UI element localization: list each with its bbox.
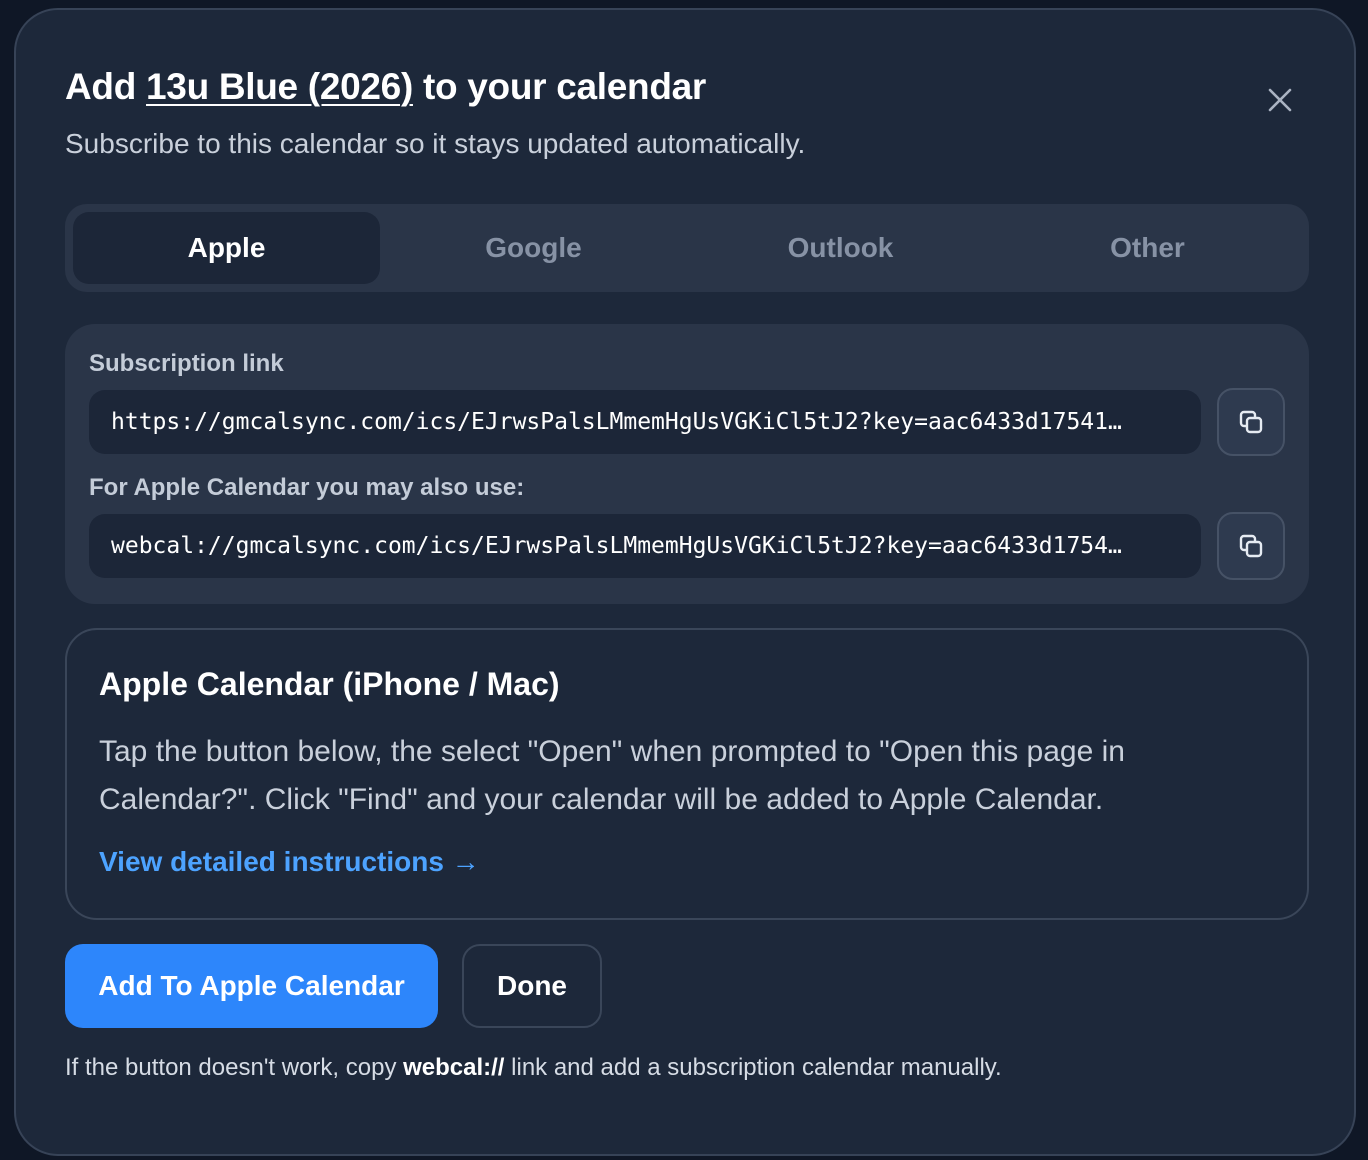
- calendar-name-link[interactable]: 13u Blue (2026): [146, 66, 413, 107]
- apple-webcal-label: For Apple Calendar you may also use:: [89, 474, 525, 501]
- close-icon: [1268, 88, 1292, 112]
- calendar-provider-tabs: Apple Google Outlook Other: [65, 204, 1309, 292]
- subscription-links-panel: Subscription link https://gmcalsync.com/…: [65, 324, 1309, 604]
- instructions-body: Tap the button below, the select "Open" …: [99, 735, 1125, 816]
- dialog-subtitle: Subscribe to this calendar so it stays u…: [65, 128, 806, 159]
- copy-icon: [1239, 410, 1263, 434]
- add-calendar-dialog: Add 13u Blue (2026) to your calendar Sub…: [14, 8, 1356, 1156]
- webcal-url-field[interactable]: webcal://gmcalsync.com/ics/EJrwsPalsLMme…: [89, 514, 1201, 578]
- dialog-title: Add 13u Blue (2026) to your calendar: [65, 66, 706, 108]
- fallback-note-webcal: webcal://: [403, 1054, 505, 1081]
- tab-apple[interactable]: Apple: [73, 212, 380, 284]
- instructions-title: Apple Calendar (iPhone / Mac): [99, 666, 560, 702]
- done-button[interactable]: Done: [462, 944, 602, 1028]
- title-prefix: Add: [65, 66, 147, 107]
- webcal-url-text: webcal://gmcalsync.com/ics/EJrwsPalsLMme…: [111, 533, 1122, 559]
- close-button[interactable]: [1256, 80, 1304, 120]
- add-to-apple-calendar-button[interactable]: Add To Apple Calendar: [65, 944, 438, 1028]
- copy-webcal-button[interactable]: [1217, 512, 1285, 580]
- tab-other[interactable]: Other: [994, 212, 1301, 284]
- tab-google[interactable]: Google: [380, 212, 687, 284]
- fallback-note-before: If the button doesn't work, copy: [65, 1054, 404, 1081]
- tab-outlook[interactable]: Outlook: [687, 212, 994, 284]
- fallback-note: If the button doesn't work, copy webcal:…: [65, 1054, 1002, 1082]
- subscription-url-field[interactable]: https://gmcalsync.com/ics/EJrwsPalsLMmem…: [89, 390, 1201, 454]
- copy-subscription-button[interactable]: [1217, 388, 1285, 456]
- subscription-url-text: https://gmcalsync.com/ics/EJrwsPalsLMmem…: [111, 409, 1122, 435]
- copy-icon: [1239, 534, 1263, 558]
- title-suffix: to your calendar: [412, 66, 707, 107]
- detailed-instructions-link[interactable]: View detailed instructions →: [99, 846, 480, 878]
- subscription-link-label: Subscription link: [89, 350, 284, 377]
- fallback-note-after: link and add a subscription calendar man…: [504, 1054, 1002, 1081]
- instructions-card: Apple Calendar (iPhone / Mac) Tap the bu…: [65, 628, 1309, 920]
